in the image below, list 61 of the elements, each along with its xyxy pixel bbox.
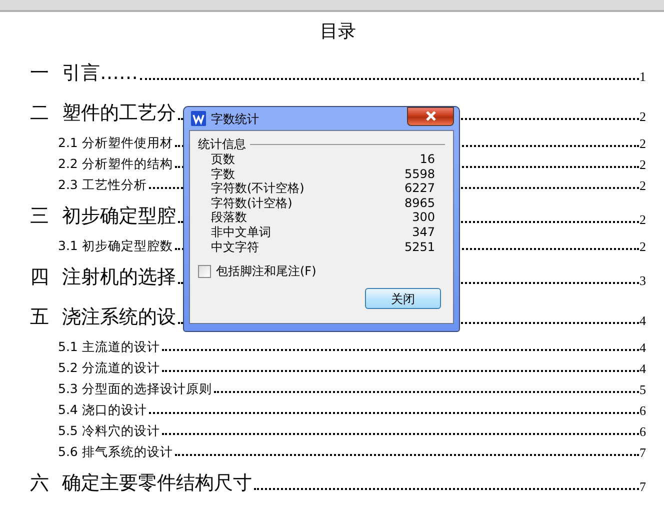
- group-title: 统计信息: [198, 137, 246, 152]
- stat-value: 8965: [404, 196, 435, 210]
- subsection-title: 5.2 分流道的设计: [58, 360, 160, 376]
- subsection-title: 5.1 主流道的设计: [58, 339, 160, 355]
- page-number: 2: [640, 213, 646, 227]
- section-number: 二: [30, 102, 50, 124]
- page-number: 2: [640, 137, 646, 151]
- close-button[interactable]: [407, 107, 454, 126]
- section-number: 一: [30, 62, 50, 84]
- stat-value: 5598: [404, 166, 435, 182]
- checkbox[interactable]: [198, 264, 211, 278]
- subsection-title: 5.3 分型面的选择设计原则: [58, 381, 212, 397]
- section-title: 初步确定型腔: [62, 205, 176, 227]
- subsection-title: 2.1 分析塑件使用材: [58, 135, 173, 151]
- close-icon: [424, 110, 436, 121]
- stat-label: 非中文单词: [211, 224, 271, 240]
- stat-label: 页数: [211, 152, 235, 167]
- stat-value: 6227: [404, 181, 435, 196]
- section-title: 塑件的工艺分: [62, 102, 176, 124]
- section-title: 注射机的选择: [62, 266, 176, 288]
- section-number: 五: [30, 306, 50, 328]
- app-icon: [191, 111, 206, 126]
- subsection-title: 5.5 冷料穴的设计: [58, 423, 160, 439]
- document-title: 目录: [319, 20, 357, 44]
- subsection-title: 2.2 分析塑件的结构: [58, 156, 173, 172]
- stat-label: 字数: [211, 166, 235, 182]
- stat-label: 段落数: [211, 210, 247, 225]
- stat-value: 347: [412, 224, 435, 240]
- page-number: 2: [640, 158, 646, 172]
- page-number: 5: [640, 383, 646, 397]
- section-number: 六: [30, 472, 50, 494]
- section-title: 确定主要零件结构尺寸: [62, 472, 252, 494]
- window-title: 字数统计: [211, 110, 259, 128]
- page-number: 6: [640, 404, 646, 418]
- section-title: 浇注系统的设: [62, 306, 176, 328]
- page-number: 2: [640, 240, 646, 254]
- page-number: 7: [640, 446, 646, 460]
- stat-label: 字符数(不计空格): [211, 181, 304, 196]
- page-number: 2: [640, 110, 646, 124]
- section-title: 引言……: [62, 62, 138, 84]
- stat-value: 300: [412, 210, 435, 225]
- page-number: 4: [640, 314, 646, 328]
- section-number: 三: [30, 205, 50, 227]
- page-number: 4: [640, 362, 646, 376]
- subsection-title: 5.4 浇口的设计: [58, 402, 147, 418]
- stat-value: 5251: [404, 240, 435, 254]
- page-number: 6: [640, 425, 646, 439]
- stat-value: 16: [420, 152, 435, 167]
- section-number: 四: [30, 266, 50, 288]
- page-number: 7: [640, 480, 646, 494]
- page-number: 1: [640, 70, 646, 84]
- subsection-title: 2.3 工艺性分析: [58, 177, 147, 193]
- stat-label: 字符数(计空格): [211, 196, 292, 210]
- page-number: 2: [640, 179, 646, 193]
- page-number: 3: [640, 274, 646, 288]
- close-button[interactable]: 关闭: [365, 288, 441, 310]
- subsection-title: 5.6 排气系统的设计: [58, 444, 173, 460]
- checkbox-label: 包括脚注和尾注(F): [216, 263, 316, 280]
- stat-label: 中文字符: [211, 240, 259, 254]
- page-number: 4: [640, 341, 646, 355]
- subsection-title: 3.1 初步确定型腔数: [58, 238, 173, 254]
